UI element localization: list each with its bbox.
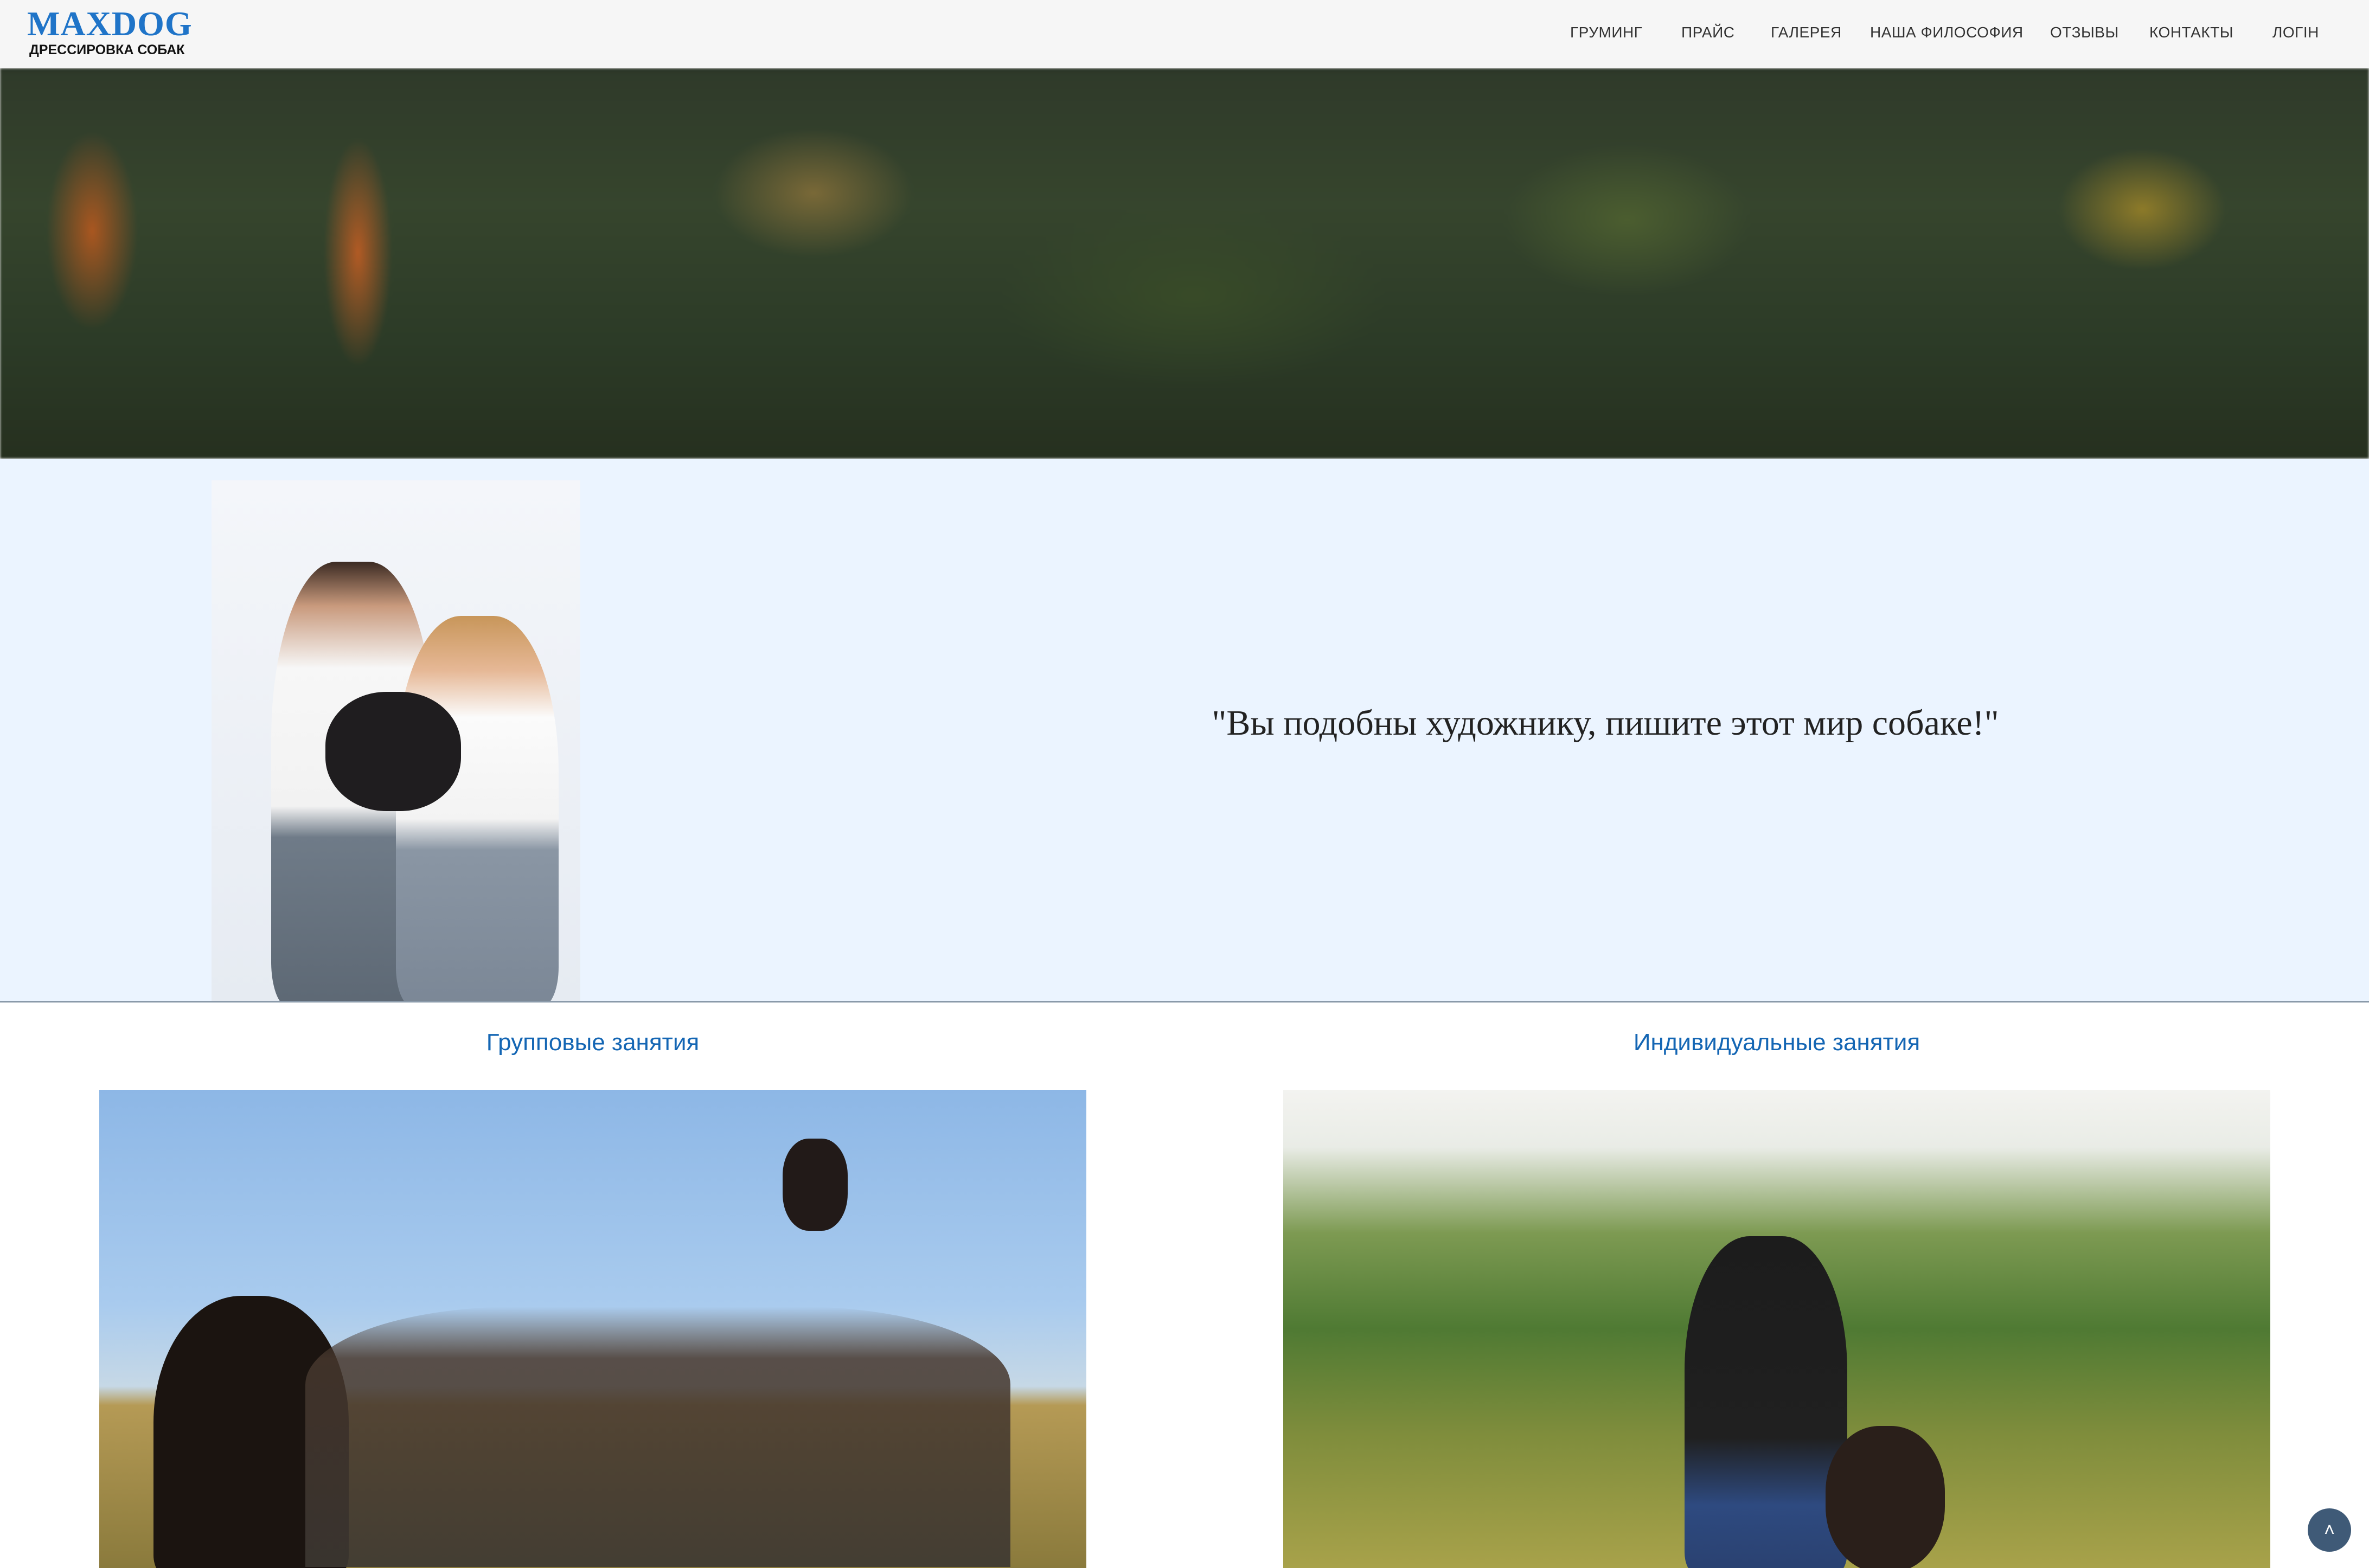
nav-item-gallery[interactable]: ГАЛЕРЕЯ [1771, 24, 1842, 41]
nav-item-philosophy[interactable]: НАША ФИЛОСОФИЯ [1870, 24, 2024, 41]
nav-item-reviews[interactable]: ОТЗЫВЫ [2050, 24, 2119, 41]
nav-item-price[interactable]: ПРАЙС [1681, 24, 1734, 41]
site-header: MAXDOG ДРЕССИРОВКА СОБАК ГРУМИНГ ПРАЙС Г… [0, 0, 2369, 68]
individual-classes-title[interactable]: Индивидуальные занятия [1283, 1029, 2270, 1056]
nav-item-login[interactable]: ЛОГІН [2272, 24, 2319, 41]
quote-text: "Вы подобны художнику, пишите этот мир с… [1212, 703, 1999, 743]
nav-item-grooming[interactable]: ГРУМИНГ [1570, 24, 1642, 41]
hero-banner [0, 68, 2369, 459]
group-classes-photo[interactable] [99, 1090, 1086, 1568]
main-nav: ГРУМИНГ ПРАЙС ГАЛЕРЕЯ НАША ФИЛОСОФИЯ ОТЗ… [0, 0, 2369, 68]
chevron-up-icon[interactable]: ˄ [2308, 1508, 2351, 1552]
quote-section: "Вы подобны художнику, пишите этот мир с… [0, 459, 2369, 1003]
trainers-photo [212, 480, 580, 1001]
nav-item-contacts[interactable]: КОНТАКТЫ [2149, 24, 2233, 41]
group-classes-title[interactable]: Групповые занятия [99, 1029, 1086, 1056]
individual-classes-photo[interactable] [1283, 1090, 2270, 1568]
